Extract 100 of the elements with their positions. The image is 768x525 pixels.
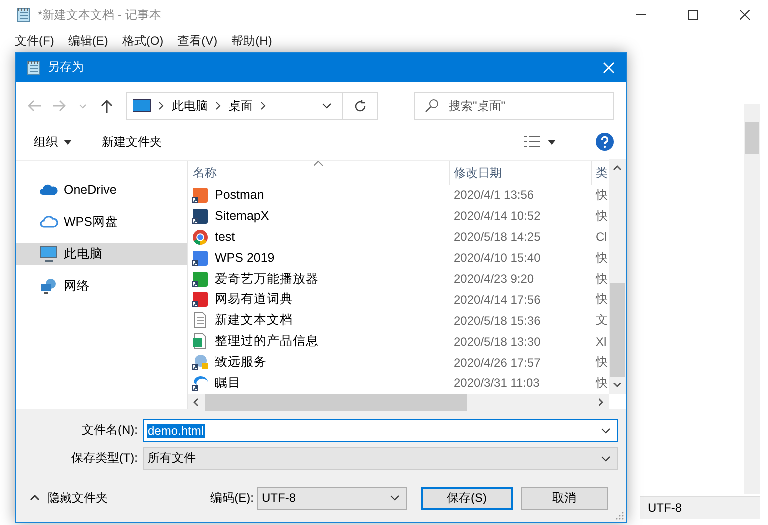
globe-shortcut-icon [192,354,209,372]
filetype-select[interactable]: 所有文件 [143,447,618,470]
back-arrow-icon [28,100,42,112]
organize-menu[interactable]: 组织 [34,134,72,150]
file-name: SitemapX [215,209,270,224]
cancel-button[interactable]: 取消 [521,486,608,510]
file-item[interactable]: Postman [188,186,450,204]
document-icon [192,312,209,330]
file-item[interactable]: WPS 2019 [188,250,450,267]
scroll-left-icon[interactable] [193,398,198,407]
date-cell-text: 2020/3/31 11:03 [453,376,541,390]
type-cell-text: 快 [594,186,609,204]
spreadsheet-icon [192,333,209,350]
date-cell-text: 2020/4/26 17:57 [453,356,542,370]
cloud-icon [40,184,58,196]
date-cell-text: 2020/4/1 13:56 [453,188,536,202]
sidebar-item[interactable]: 此电脑 [16,243,187,265]
encoding-label: 编码(E): [210,490,254,506]
caret-icon [79,104,87,108]
file-item[interactable]: 致远服务 [188,354,450,372]
scroll-down-icon[interactable] [613,382,622,388]
resize-grip-icon[interactable] [616,512,624,520]
encoding-select[interactable]: UTF-8 [257,486,407,510]
swirl-shortcut-icon [192,374,209,392]
file-item[interactable]: 网易有道词典 [188,291,450,308]
breadcrumb[interactable]: 桌面 [229,98,253,114]
file-item[interactable]: 爱奇艺万能播放器 [188,270,450,288]
maximize-icon [688,10,698,20]
type-cell-text: 快 [594,354,609,372]
scrollbar[interactable] [744,104,760,494]
menu-item[interactable]: 查看(V) [170,32,225,50]
dialog-title: 另存为 [48,59,85,76]
forward-arrow-icon [52,100,66,112]
file-item[interactable]: test [188,228,450,246]
list-view-icon [524,136,540,148]
file-name: 爱奇艺万能播放器 [215,270,319,288]
app-shortcut-icon [192,250,209,267]
vertical-scrollbar[interactable] [609,159,626,394]
caret-icon [548,140,556,144]
date-cell-text: 2020/5/18 14:25 [453,230,542,244]
scroll-right-icon[interactable] [599,398,604,407]
app-shortcut-icon [192,186,209,204]
column-header[interactable]: 类 [592,161,609,185]
window-title: *新建文本文档 - 记事本 [38,6,162,24]
file-item[interactable]: 整理过的产品信息 [188,333,450,350]
chevron-icon [216,102,221,110]
help-icon[interactable] [596,133,614,151]
sidebar-item[interactable]: OneDrive [16,179,187,201]
filename-field[interactable]: demo.html [143,419,618,442]
column-header[interactable]: 名称 [188,161,450,185]
new-folder-button[interactable]: 新建文件夹 [102,134,162,150]
file-name: 整理过的产品信息 [215,333,319,350]
notepad-icon [26,60,42,76]
menu-item[interactable]: 文件(F) [8,32,62,50]
caret-icon [390,495,400,501]
save-button[interactable]: 保存(S) [421,486,513,510]
menu-item[interactable]: 编辑(E) [61,32,116,50]
file-name: 致远服务 [215,354,267,372]
file-name: 新建文本文档 [215,312,293,330]
refresh-icon [354,100,366,112]
type-cell-text: 快 [594,291,609,308]
date-cell-text: 2020/5/18 15:36 [453,314,542,328]
monitor-icon [40,246,58,262]
file-item[interactable]: 瞩目 [188,374,450,392]
date-cell-text: 2020/4/10 15:40 [453,251,542,266]
notepad-icon [16,7,32,23]
close-icon [740,10,750,20]
search-icon [425,99,439,113]
type-cell-text: Xl [595,334,608,349]
hide-folders-toggle[interactable]: 隐藏文件夹 [30,490,108,506]
encoding-status: UTF-8 [647,501,682,515]
type-cell-text: 文 [595,312,609,330]
address-bar[interactable]: 此电脑 桌面 [126,92,378,120]
file-item[interactable]: SitemapX [188,208,450,225]
date-cell-text: 2020/4/23 9:20 [453,272,536,286]
search-field[interactable]: 搜索"桌面" [414,92,614,120]
sidebar-label: 此电脑 [64,246,103,262]
file-name: 网易有道词典 [215,291,293,308]
menu-item[interactable]: 帮助(H) [224,32,280,50]
breadcrumb[interactable]: 此电脑 [172,98,208,114]
app-shortcut-icon [192,208,209,225]
sidebar-label: OneDrive [64,183,117,197]
sidebar-item[interactable]: WPS网盘 [16,211,187,233]
column-header[interactable]: 修改日期 [450,161,592,185]
filetype-label: 保存类型(T): [70,450,139,467]
cloud-icon [40,215,58,229]
file-name: Postman [215,188,264,202]
file-item[interactable]: 新建文本文档 [188,312,450,330]
up-arrow-icon [101,99,113,113]
menu-item[interactable]: 格式(O) [115,32,171,50]
caret-icon [601,456,611,462]
scroll-up-icon[interactable] [613,165,622,170]
date-cell-text: 2020/5/18 13:30 [453,334,542,349]
filename-label: 文件名(N): [81,422,139,439]
horizontal-scrollbar[interactable] [188,394,609,409]
sidebar-item[interactable]: 网络 [16,275,187,297]
network-icon [40,278,58,294]
chevron-icon [261,102,266,110]
view-menu[interactable] [524,136,556,148]
date-cell-text: 2020/4/14 17:56 [453,292,542,307]
